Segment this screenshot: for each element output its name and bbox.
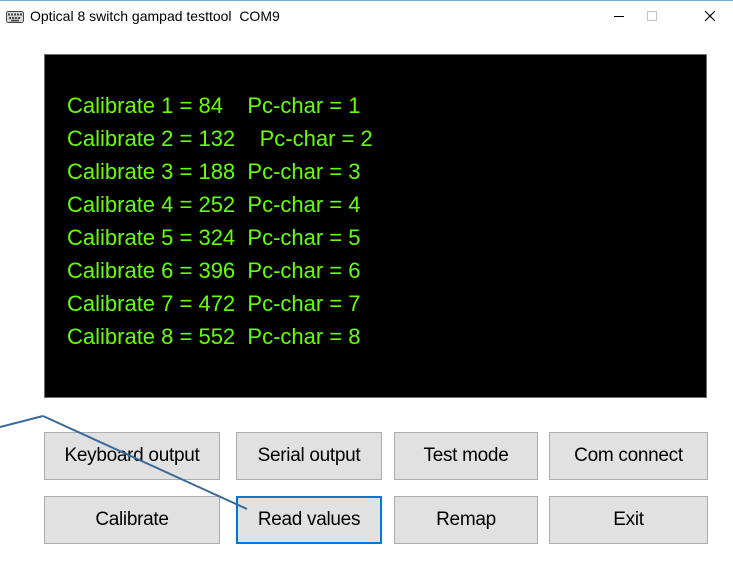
test-mode-button[interactable]: Test mode [394, 432, 538, 480]
console-line-5: Calibrate 5 = 324 Pc-char = 5 [67, 225, 361, 250]
keyboard-icon [6, 10, 24, 23]
console-line-4: Calibrate 4 = 252 Pc-char = 4 [67, 192, 361, 217]
keyboard-output-button[interactable]: Keyboard output [44, 432, 220, 480]
console-line-2: Calibrate 2 = 132 Pc-char = 2 [67, 126, 373, 151]
console-line-8: Calibrate 8 = 552 Pc-char = 8 [67, 324, 361, 349]
console-line-3: Calibrate 3 = 188 Pc-char = 3 [67, 159, 361, 184]
window-title: Optical 8 switch gampad testtool COM9 [30, 8, 280, 24]
com-connect-button[interactable]: Com connect [549, 432, 708, 480]
maximize-button[interactable] [629, 1, 675, 31]
serial-output-button[interactable]: Serial output [236, 432, 382, 480]
remap-button[interactable]: Remap [394, 496, 538, 544]
maximize-icon [647, 11, 657, 21]
close-button[interactable] [687, 1, 733, 31]
title-bar[interactable]: Optical 8 switch gampad testtool COM9 [0, 1, 733, 31]
close-icon [704, 10, 716, 22]
exit-button[interactable]: Exit [549, 496, 708, 544]
console-line-1: Calibrate 1 = 84 Pc-char = 1 [67, 93, 361, 118]
calibration-output-display: Calibrate 1 = 84 Pc-char = 1 Calibrate 2… [44, 54, 707, 398]
calibrate-button[interactable]: Calibrate [44, 496, 220, 544]
read-values-button[interactable]: Read values [236, 496, 382, 544]
console-line-7: Calibrate 7 = 472 Pc-char = 7 [67, 291, 361, 316]
app-window: Optical 8 switch gampad testtool COM9 Ca… [0, 0, 733, 571]
console-line-6: Calibrate 6 = 396 Pc-char = 6 [67, 258, 361, 283]
